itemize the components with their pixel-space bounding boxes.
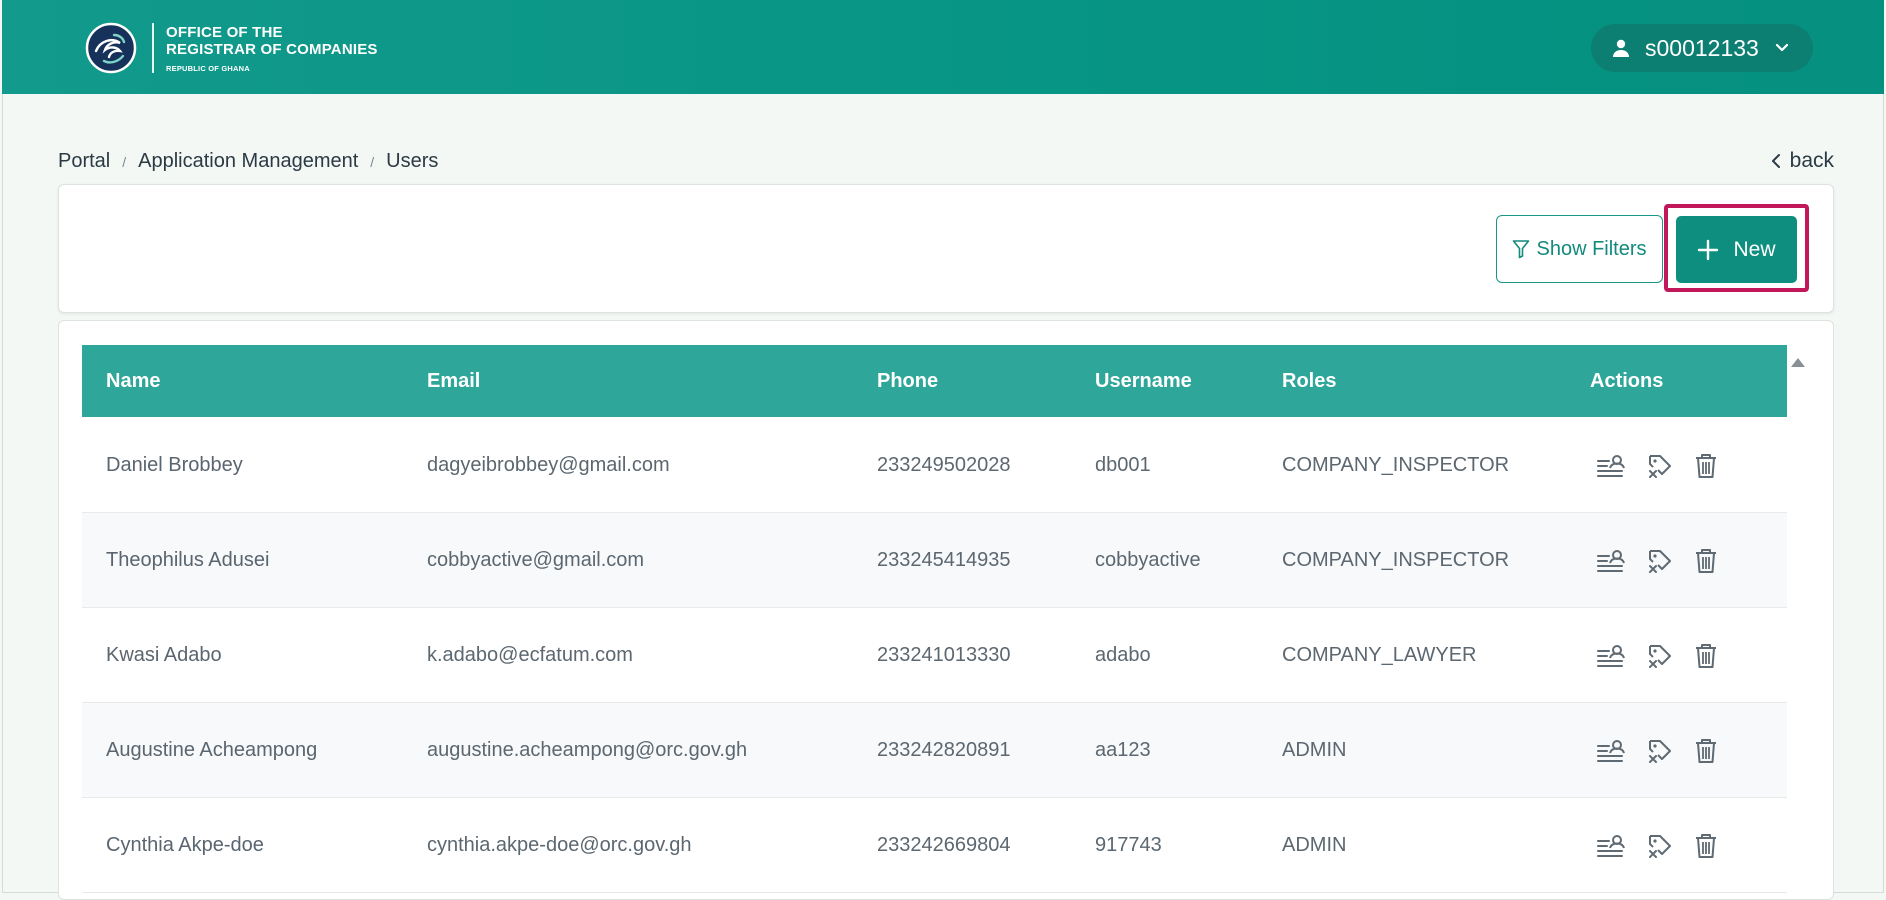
- cell-roles: COMPANY_INSPECTOR: [1282, 454, 1510, 476]
- back-link[interactable]: back: [1770, 149, 1834, 173]
- breadcrumb-portal[interactable]: Portal: [58, 150, 110, 173]
- trash-icon[interactable]: [1694, 642, 1718, 670]
- cell-roles: COMPANY_INSPECTOR: [1282, 549, 1510, 571]
- logo-subtitle: REPUBLIC OF GHANA: [166, 63, 250, 73]
- cell-username: adabo: [1095, 644, 1151, 666]
- new-button[interactable]: New: [1676, 216, 1797, 283]
- column-header-actions: Actions: [1590, 370, 1664, 392]
- breadcrumb: Portal / Application Management / Users: [58, 150, 438, 173]
- table-row[interactable]: Kwasi Adabo k.adabo@ecfatum.com 23324101…: [82, 608, 1787, 703]
- cell-name: Theophilus Adusei: [106, 549, 270, 571]
- table-row[interactable]: Augustine Acheampong augustine.acheampon…: [82, 703, 1787, 798]
- trash-icon[interactable]: [1694, 832, 1718, 860]
- plus-icon: [1698, 239, 1719, 260]
- cell-roles: ADMIN: [1282, 739, 1347, 761]
- cell-name: Cynthia Akpe-doe: [106, 834, 264, 856]
- table-row[interactable]: Theophilus Adusei cobbyactive@gmail.com …: [82, 513, 1787, 608]
- breadcrumb-application-management[interactable]: Application Management: [138, 150, 358, 173]
- cell-email: cynthia.akpe-doe@orc.gov.gh: [427, 834, 692, 856]
- cell-email: dagyeibrobbey@gmail.com: [427, 454, 670, 476]
- chevron-left-icon: [1771, 154, 1780, 168]
- trash-icon[interactable]: [1694, 547, 1718, 575]
- column-header-username[interactable]: Username: [1095, 345, 1192, 417]
- user-icon: [1613, 39, 1629, 57]
- row-actions: [1596, 418, 1718, 513]
- user-profile-icon[interactable]: [1596, 833, 1626, 859]
- back-label: back: [1789, 149, 1834, 172]
- scroll-up-arrow-icon[interactable]: [1790, 356, 1806, 368]
- tag-remove-icon[interactable]: [1646, 642, 1674, 670]
- cell-name: Kwasi Adabo: [106, 644, 222, 666]
- cell-email: augustine.acheampong@orc.gov.gh: [427, 739, 748, 761]
- cell-name: Daniel Brobbey: [106, 454, 243, 476]
- top-bar: OFFICE OF THE REGISTRAR OF COMPANIES REP…: [2, 0, 1884, 94]
- cell-name: Augustine Acheampong: [106, 739, 318, 761]
- username-label: s00012133: [1645, 34, 1759, 61]
- logo-line-2: REGISTRAR OF COMPANIES: [166, 40, 378, 58]
- user-profile-icon[interactable]: [1596, 738, 1626, 764]
- tag-remove-icon[interactable]: [1646, 737, 1674, 765]
- breadcrumb-users: Users: [386, 150, 439, 172]
- row-actions: [1596, 513, 1718, 608]
- show-filters-button[interactable]: Show Filters: [1496, 215, 1663, 283]
- user-menu-button[interactable]: s00012133: [1591, 24, 1813, 72]
- cell-email: cobbyactive@gmail.com: [427, 549, 645, 571]
- new-label: New: [1733, 237, 1776, 261]
- table-row[interactable]: Daniel Brobbey dagyeibrobbey@gmail.com 2…: [82, 418, 1787, 513]
- cell-username: 917743: [1095, 834, 1162, 856]
- breadcrumb-separator: /: [370, 153, 375, 170]
- orc-logo[interactable]: OFFICE OF THE REGISTRAR OF COMPANIES REP…: [84, 20, 378, 76]
- tag-remove-icon[interactable]: [1646, 547, 1674, 575]
- cell-phone: 233249502028: [877, 454, 1011, 476]
- cell-roles: COMPANY_LAWYER: [1282, 644, 1477, 666]
- cell-phone: 233242820891: [877, 739, 1011, 761]
- row-actions: [1596, 608, 1718, 703]
- logo-text: OFFICE OF THE REGISTRAR OF COMPANIES REP…: [166, 24, 378, 73]
- breadcrumb-separator: /: [122, 153, 127, 170]
- cell-username: aa123: [1095, 739, 1151, 761]
- table-header: Name Email Phone Username Roles Actions: [82, 345, 1787, 417]
- tag-remove-icon[interactable]: [1646, 832, 1674, 860]
- logo-divider: [152, 23, 154, 73]
- cell-roles: ADMIN: [1282, 834, 1347, 856]
- cell-phone: 233245414935: [877, 549, 1011, 571]
- cell-username: cobbyactive: [1095, 549, 1201, 571]
- tag-remove-icon[interactable]: [1646, 452, 1674, 480]
- row-actions: [1596, 703, 1718, 798]
- column-header-phone[interactable]: Phone: [877, 345, 938, 417]
- table-row[interactable]: Cynthia Akpe-doe cynthia.akpe-doe@orc.go…: [82, 798, 1787, 893]
- user-profile-icon[interactable]: [1596, 453, 1626, 479]
- cell-username: db001: [1095, 454, 1151, 476]
- row-actions: [1596, 798, 1718, 893]
- trash-icon[interactable]: [1694, 737, 1718, 765]
- show-filters-label: Show Filters: [1536, 237, 1647, 260]
- cell-phone: 233241013330: [877, 644, 1011, 666]
- filter-icon: [1513, 240, 1530, 259]
- chevron-down-icon: [1775, 43, 1789, 52]
- user-profile-icon[interactable]: [1596, 548, 1626, 574]
- cell-email: k.adabo@ecfatum.com: [427, 644, 633, 666]
- column-header-email[interactable]: Email: [427, 345, 480, 417]
- orc-emblem-icon: [85, 22, 137, 74]
- column-header-name[interactable]: Name: [106, 345, 160, 417]
- cell-phone: 233242669804: [877, 834, 1011, 856]
- column-header-roles[interactable]: Roles: [1282, 345, 1336, 417]
- user-profile-icon[interactable]: [1596, 643, 1626, 669]
- logo-line-1: OFFICE OF THE: [166, 23, 283, 41]
- trash-icon[interactable]: [1694, 452, 1718, 480]
